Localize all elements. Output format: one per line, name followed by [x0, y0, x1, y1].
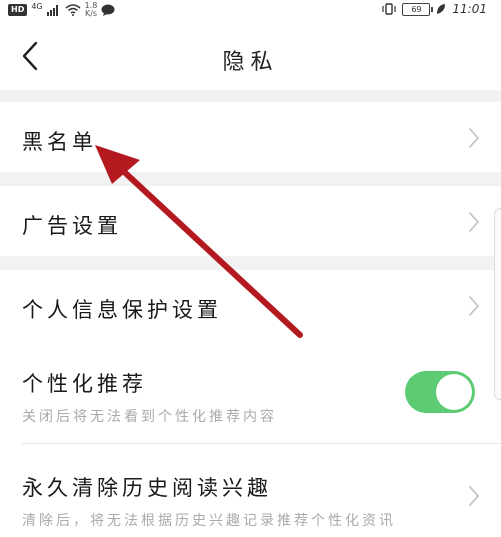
status-bar: HD 4G 1.8 K/s 69 11:01 [0, 0, 501, 22]
ad-settings-label: 广告设置 [22, 214, 122, 238]
status-time: 11:01 [452, 2, 487, 16]
chevron-right-icon [469, 486, 479, 506]
personalized-description: 关闭后将无法看到个性化推荐内容 [22, 409, 277, 425]
clear-history-description: 清除后，将无法根据历史兴趣记录推荐个性化资讯 [22, 513, 396, 529]
personalized-label: 个性化推荐 [22, 372, 147, 396]
clear-history-row[interactable]: 永久清除历史阅读兴趣 清除后，将无法根据历史兴趣记录推荐个性化资讯 [0, 450, 501, 537]
signal-icon [46, 5, 58, 16]
personalized-row: 个性化推荐 关闭后将无法看到个性化推荐内容 [0, 350, 501, 440]
ad-settings-row[interactable]: 广告设置 [0, 186, 501, 256]
blacklist-label: 黑名单 [22, 130, 97, 154]
status-left-group: HD 4G 1.8 K/s [8, 2, 115, 18]
leaf-icon [437, 4, 446, 14]
toggle-knob [436, 374, 472, 410]
hd-badge: HD [8, 4, 28, 16]
personal-info-row[interactable]: 个人信息保护设置 [0, 270, 501, 342]
scroll-indicator [494, 208, 501, 400]
row-divider [22, 443, 501, 444]
blacklist-row[interactable]: 黑名单 [0, 102, 501, 172]
network-speed: 1.8 K/s [85, 2, 98, 18]
status-right-group: 69 11:01 [382, 2, 487, 16]
clear-history-label: 永久清除历史阅读兴趣 [22, 476, 272, 500]
chevron-right-icon [469, 128, 479, 148]
app-header: 隐私 [0, 22, 501, 90]
privacy-settings-group: 个人信息保护设置 个性化推荐 关闭后将无法看到个性化推荐内容 永久清除历史阅读兴… [0, 270, 501, 537]
battery-indicator: 69 [402, 2, 434, 16]
wifi-icon [65, 4, 81, 16]
speed-unit: K/s [84, 9, 98, 18]
chevron-right-icon [469, 212, 479, 232]
chevron-right-icon [469, 296, 479, 316]
vibrate-icon [382, 3, 397, 15]
personalized-toggle[interactable] [405, 371, 475, 413]
network-label: 4G [31, 1, 43, 11]
personal-info-label: 个人信息保护设置 [22, 298, 222, 322]
message-icon [101, 4, 115, 16]
page-title: 隐私 [222, 50, 279, 75]
